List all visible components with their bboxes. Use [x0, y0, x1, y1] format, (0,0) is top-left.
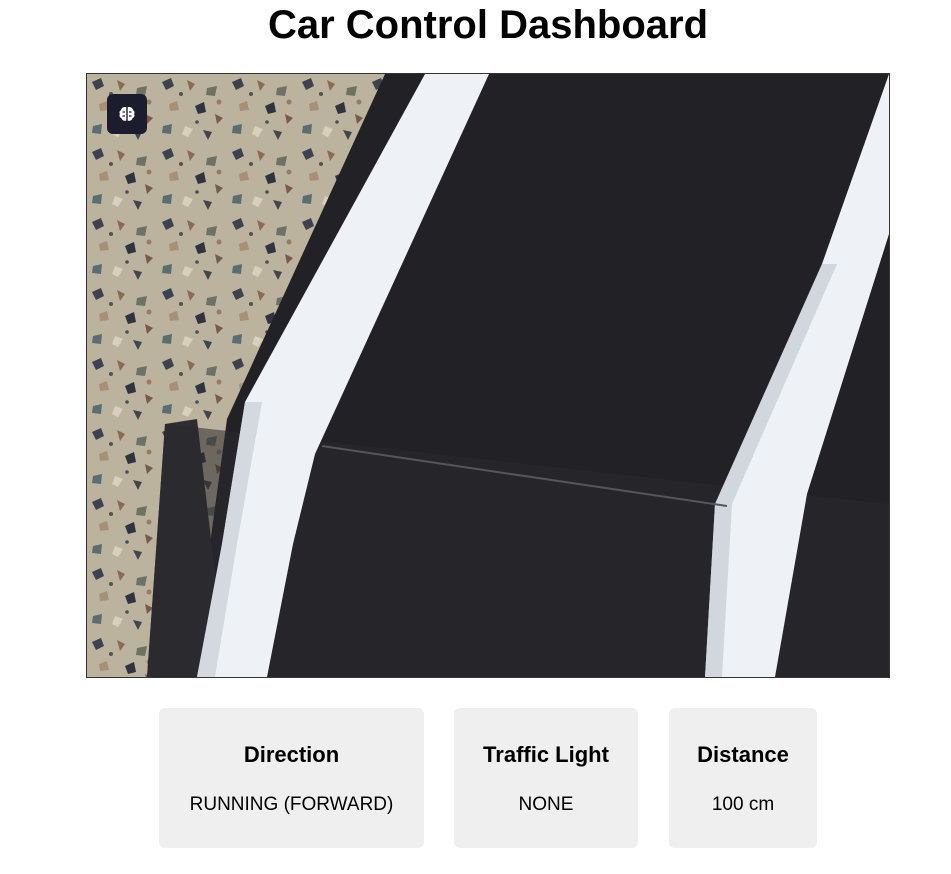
distance-card: Distance 100 cm	[669, 708, 817, 848]
camera-feed-frame	[86, 73, 890, 678]
page-title: Car Control Dashboard	[267, 3, 709, 47]
traffic-light-card: Traffic Light NONE	[454, 708, 638, 848]
distance-value: 100 cm	[711, 794, 775, 815]
distance-label: Distance	[697, 742, 789, 767]
camera-feed-image	[87, 74, 889, 677]
brain-icon	[119, 107, 135, 121]
direction-value: RUNNING (FORWARD)	[189, 794, 394, 815]
direction-label: Direction	[243, 742, 340, 767]
traffic-light-label: Traffic Light	[483, 742, 609, 767]
traffic-light-value: NONE	[518, 794, 574, 815]
ai-toggle-button[interactable]	[107, 94, 147, 134]
direction-card: Direction RUNNING (FORWARD)	[159, 708, 424, 848]
